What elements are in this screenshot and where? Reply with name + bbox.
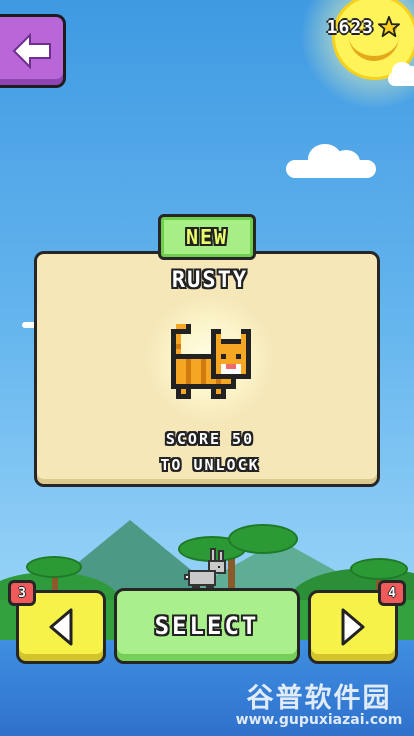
new-badge: NEW [158, 214, 256, 260]
back-button[interactable] [0, 14, 66, 88]
character-name: RUSTY [171, 268, 249, 293]
previous-count-badge: 3 [8, 580, 36, 606]
tree-canopy [350, 558, 408, 580]
star-count: 1623 [326, 16, 374, 38]
bunny-sprite [184, 548, 226, 590]
arrow-left-icon [12, 33, 51, 69]
star-icon [378, 16, 400, 38]
tree-canopy [228, 524, 298, 554]
site-watermark: 谷普软件园 www.gupuxiazai.com [226, 676, 412, 732]
triangle-left-icon [49, 608, 73, 646]
watermark-title: 谷普软件园 [246, 683, 392, 714]
watermark-url: www.gupuxiazai.com [235, 712, 403, 728]
select-button[interactable]: SELECT [114, 588, 300, 664]
cat-character-sprite [171, 324, 251, 399]
cloud [286, 144, 376, 178]
triangle-right-icon [341, 608, 365, 646]
character-card: RUSTY SCORE 50 TO UNLOCK [34, 251, 380, 487]
unlock-requirement-line-2: TO UNLOCK [160, 456, 260, 474]
select-button-label: SELECT [154, 612, 260, 640]
star-counter: 1623 [327, 16, 400, 38]
next-count-badge: 4 [378, 580, 406, 606]
tree-canopy [26, 556, 82, 578]
new-badge-label: NEW [185, 225, 229, 249]
cloud [388, 62, 414, 86]
unlock-requirement-line-1: SCORE 50 [165, 430, 255, 448]
